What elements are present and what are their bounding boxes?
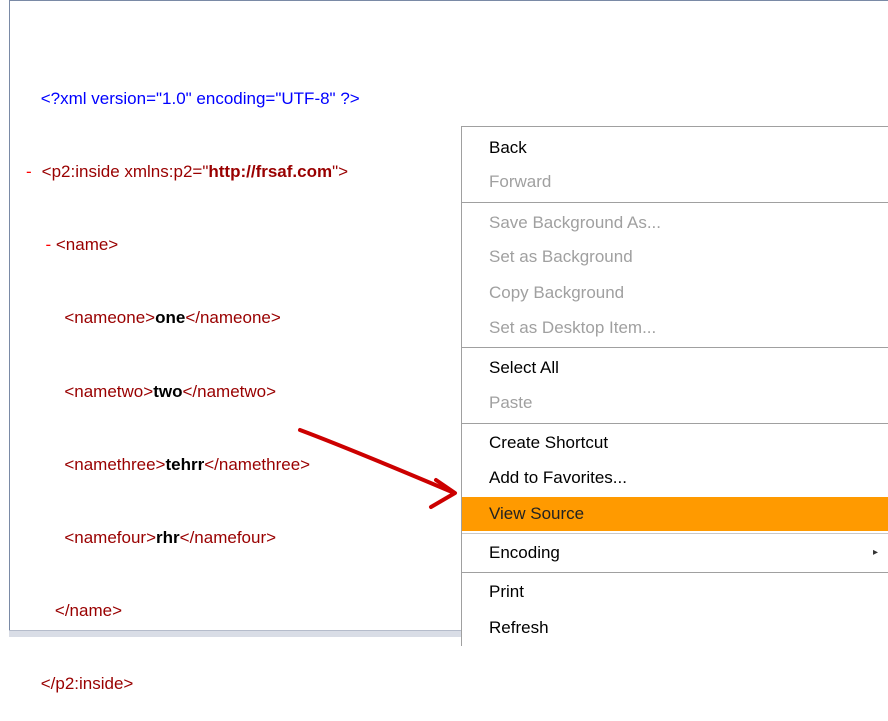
xml-nameone: <nameone>one</nameone>: [64, 308, 281, 328]
xml-nametwo: <nametwo>two</nametwo>: [64, 381, 277, 401]
context-menu: Back Forward Save Background As... Set a…: [461, 126, 888, 646]
menu-item-paste[interactable]: Paste: [462, 386, 888, 420]
menu-item-forward[interactable]: Forward: [462, 165, 888, 199]
menu-item-refresh[interactable]: Refresh: [462, 611, 888, 645]
menu-item-set-background[interactable]: Set as Background: [462, 240, 888, 274]
submenu-arrow-icon: ▸: [872, 547, 878, 558]
xml-declaration: <?xml version="1.0" encoding="UTF-8" ?>: [40, 88, 360, 108]
menu-separator: [462, 347, 888, 348]
menu-separator: [462, 533, 888, 534]
menu-item-set-desktop-item[interactable]: Set as Desktop Item...: [462, 311, 888, 345]
xml-document-view: <?xml version="1.0" encoding="UTF-8" ?> …: [26, 38, 360, 721]
menu-item-encoding[interactable]: Encoding ▸: [462, 536, 888, 570]
collapse-toggle-name[interactable]: -: [45, 235, 51, 254]
menu-item-add-to-favorites[interactable]: Add to Favorites...: [462, 461, 888, 495]
menu-item-view-source[interactable]: View Source: [462, 497, 888, 531]
menu-item-copy-background[interactable]: Copy Background: [462, 276, 888, 310]
menu-item-create-shortcut[interactable]: Create Shortcut: [462, 426, 888, 460]
menu-separator: [462, 423, 888, 424]
menu-item-save-background[interactable]: Save Background As...: [462, 206, 888, 240]
xml-namefour: <namefour>rhr</namefour>: [64, 528, 277, 548]
xml-name-open: - <name>: [45, 235, 119, 255]
xml-root-open: - <p2:inside xmlns:p2="http://frsaf.com">: [26, 162, 349, 182]
menu-separator: [462, 202, 888, 203]
xml-root-close: </p2:inside>: [40, 674, 134, 694]
collapse-toggle-root[interactable]: -: [26, 162, 32, 181]
xml-namethree: <namethree>tehrr</namethree>: [64, 454, 311, 474]
xml-name-close: </name>: [54, 601, 123, 621]
menu-separator: [462, 572, 888, 573]
menu-item-print[interactable]: Print: [462, 575, 888, 609]
menu-item-back[interactable]: Back: [462, 131, 888, 165]
menu-item-select-all[interactable]: Select All: [462, 351, 888, 385]
